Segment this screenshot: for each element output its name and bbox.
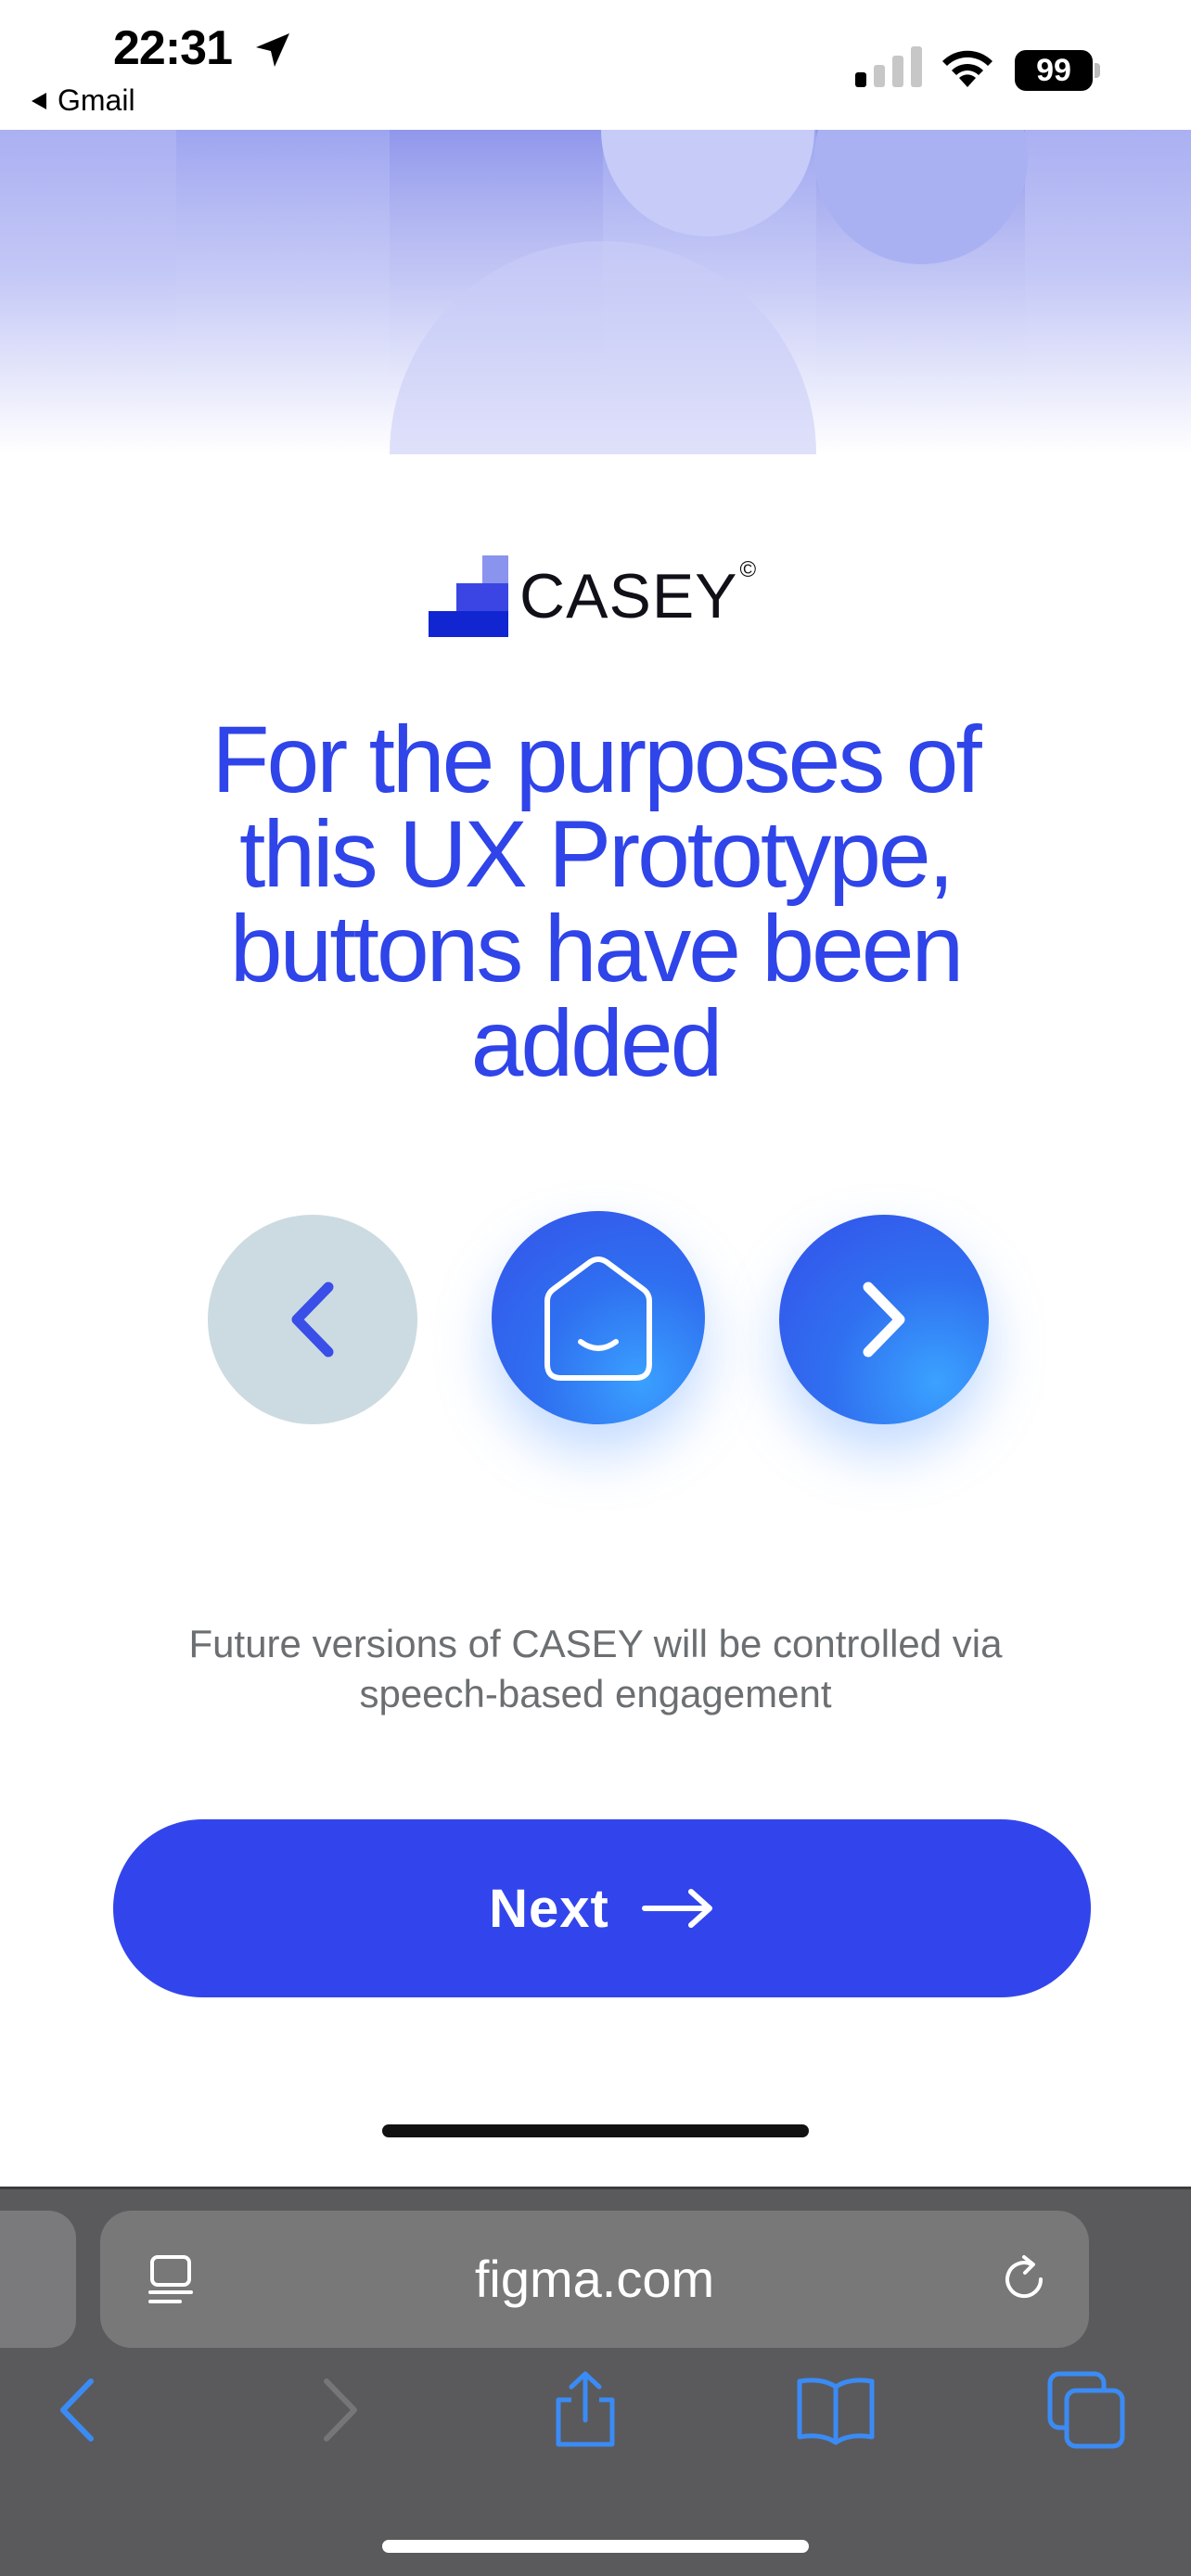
next-button-label: Next <box>489 1878 609 1939</box>
chevron-right-icon <box>863 1282 905 1358</box>
reload-icon[interactable] <box>996 2251 1052 2307</box>
headline-line: For the purposes of <box>211 707 981 812</box>
tabs-icon[interactable] <box>1044 2368 1128 2452</box>
address-bar[interactable]: figma.com <box>100 2211 1089 2348</box>
battery-indicator: 99 <box>1015 50 1100 91</box>
hero-banner <box>0 130 1191 454</box>
battery-nub <box>1095 63 1100 78</box>
caption: Future versions of CASEY will be control… <box>111 1619 1080 1719</box>
headline-line: buttons have been <box>229 896 964 1001</box>
share-icon[interactable] <box>544 2368 627 2452</box>
copyright-mark: © <box>739 557 757 582</box>
bookmarks-icon[interactable] <box>794 2368 877 2452</box>
smiling-house-icon <box>544 1256 652 1381</box>
back-to-app-link[interactable]: Gmail <box>32 83 135 118</box>
previous-button[interactable] <box>208 1215 417 1424</box>
prototype-home-indicator <box>382 2124 809 2137</box>
arrow-right-icon <box>641 1889 712 1928</box>
clock: 22:31 <box>113 21 233 75</box>
hero-shapes <box>176 130 1028 454</box>
wifi-icon <box>942 50 992 87</box>
back-icon[interactable] <box>37 2368 121 2452</box>
caption-line: speech-based engagement <box>359 1672 832 1715</box>
back-triangle-icon <box>32 92 46 109</box>
forward-icon[interactable] <box>297 2368 380 2452</box>
status-bar: 22:31 Gmail 99 <box>0 0 1191 130</box>
system-home-indicator <box>382 2540 809 2553</box>
browser-toolbar: figma.com <box>0 2187 1191 2576</box>
next-button[interactable]: Next <box>113 1819 1091 1997</box>
battery-level: 99 <box>1015 50 1093 91</box>
casey-steps-logo-icon <box>429 555 508 637</box>
back-app-label: Gmail <box>58 83 135 117</box>
headline-line: this UX Prototype, <box>238 801 954 907</box>
home-button[interactable] <box>492 1211 705 1424</box>
chevron-left-icon <box>291 1282 334 1358</box>
location-arrow-icon <box>256 33 289 67</box>
headline-line: added <box>470 990 724 1096</box>
cellular-signal-icon <box>855 46 922 87</box>
brand-name: CASEY <box>519 561 738 631</box>
headline: For the purposes of this UX Prototype, b… <box>83 712 1108 1090</box>
previous-tab-peek[interactable] <box>0 2211 76 2348</box>
url-text: figma.com <box>474 2250 715 2308</box>
next-circle-button[interactable] <box>779 1215 989 1424</box>
casey-logo: CASEY © <box>429 555 756 638</box>
caption-line: Future versions of CASEY will be control… <box>188 1622 1003 1665</box>
toolbar-divider <box>0 2187 1191 2189</box>
